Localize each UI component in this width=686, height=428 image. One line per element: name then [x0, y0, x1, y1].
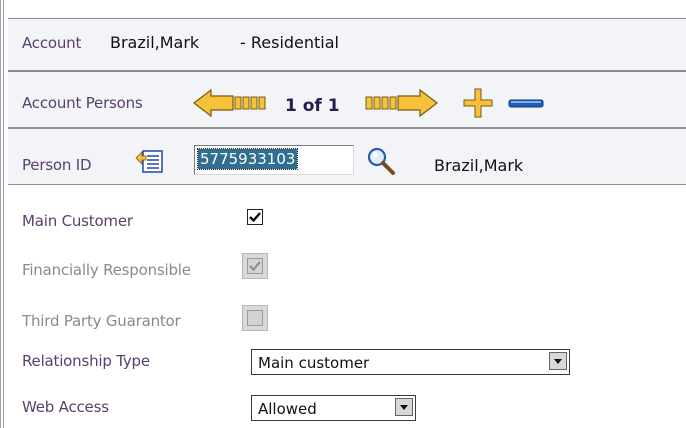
person-context-menu-icon[interactable] [134, 146, 164, 174]
account-label: Account [22, 34, 82, 52]
main-customer-checkbox[interactable] [247, 209, 263, 225]
web-access-value: Allowed [258, 400, 317, 418]
previous-person-icon[interactable] [193, 88, 267, 118]
web-access-select[interactable]: Allowed [251, 395, 416, 421]
account-persons-label: Account Persons [22, 94, 143, 112]
person-id-label: Person ID [22, 156, 92, 174]
account-type: - Residential [240, 33, 339, 52]
next-person-icon[interactable] [364, 88, 438, 118]
third-party-guarantor-label: Third Party Guarantor [22, 312, 181, 330]
person-id-input[interactable]: 5775933103 [194, 145, 354, 175]
financially-responsible-label: Financially Responsible [22, 261, 191, 279]
add-person-icon[interactable] [462, 87, 494, 119]
person-counter: 1 of 1 [285, 96, 340, 116]
person-id-value: 5775933103 [196, 148, 299, 170]
relationship-type-select[interactable]: Main customer [251, 349, 570, 375]
remove-person-icon[interactable] [508, 98, 544, 110]
web-access-label: Web Access [22, 398, 109, 416]
search-icon[interactable] [366, 146, 396, 176]
financially-responsible-checkbox[interactable] [247, 258, 263, 274]
chevron-down-icon[interactable] [395, 398, 413, 416]
account-name: Brazil,Mark [110, 33, 200, 52]
third-party-guarantor-checkbox[interactable] [247, 310, 263, 326]
checkmark-icon [249, 261, 261, 272]
main-customer-label: Main Customer [22, 212, 133, 230]
relationship-type-value: Main customer [258, 354, 370, 372]
chevron-down-icon[interactable] [549, 352, 567, 370]
checkmark-icon [249, 212, 261, 223]
relationship-type-label: Relationship Type [22, 352, 150, 370]
person-name: Brazil,Mark [434, 156, 524, 175]
